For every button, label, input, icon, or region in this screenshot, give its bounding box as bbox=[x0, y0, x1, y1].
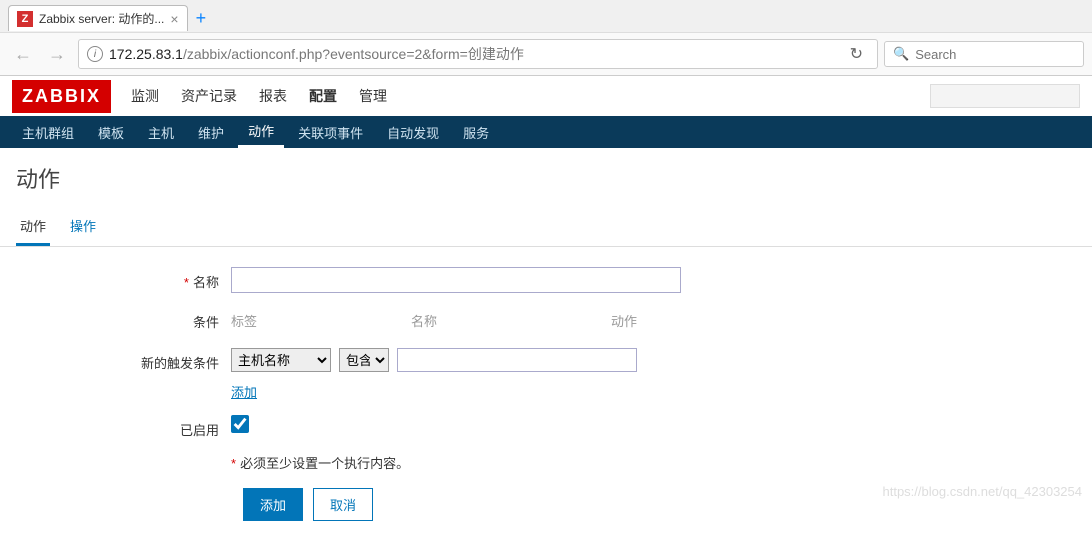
trigger-value-input[interactable] bbox=[397, 348, 637, 372]
cancel-button[interactable]: 取消 bbox=[313, 488, 373, 521]
tab-favicon: Z bbox=[17, 11, 33, 27]
url-host: 172.25.83.1 bbox=[109, 46, 183, 62]
sub-nav: 主机群组 模板 主机 维护 动作 关联项事件 自动发现 服务 bbox=[0, 116, 1092, 148]
top-nav: 监测 资产记录 报表 配置 管理 bbox=[129, 82, 389, 110]
info-icon[interactable]: i bbox=[87, 46, 103, 62]
subnav-correlation[interactable]: 关联项事件 bbox=[288, 116, 373, 148]
tab-operations[interactable]: 操作 bbox=[66, 208, 100, 246]
app-search-input[interactable] bbox=[930, 84, 1080, 108]
nav-inventory[interactable]: 资产记录 bbox=[179, 82, 239, 110]
tab-title: Zabbix server: 动作的... bbox=[39, 10, 164, 27]
nav-monitoring[interactable]: 监测 bbox=[129, 82, 161, 110]
submit-button[interactable]: 添加 bbox=[243, 488, 303, 521]
cond-col-name: 名称 bbox=[411, 311, 611, 330]
url-bar: ← → i 172.25.83.1/zabbix/actionconf.php?… bbox=[0, 32, 1092, 75]
conditions-headers: 标签 名称 动作 bbox=[231, 307, 771, 334]
back-button[interactable]: ← bbox=[8, 42, 38, 67]
warning-text: *必须至少设置一个执行内容。 bbox=[231, 453, 409, 472]
conditions-label: 条件 bbox=[16, 307, 231, 331]
logo[interactable]: ZABBIX bbox=[12, 80, 111, 113]
trigger-operator-select[interactable]: 包含 bbox=[339, 348, 389, 372]
tab-bar: Z Zabbix server: 动作的... × + bbox=[0, 0, 1092, 32]
close-icon[interactable]: × bbox=[170, 11, 178, 27]
enabled-checkbox[interactable] bbox=[231, 415, 249, 433]
subnav-hosts[interactable]: 主机 bbox=[138, 116, 184, 148]
url-input[interactable]: i 172.25.83.1/zabbix/actionconf.php?even… bbox=[78, 39, 878, 69]
enabled-label: 已启用 bbox=[16, 415, 231, 439]
browser-chrome: Z Zabbix server: 动作的... × + ← → i 172.25… bbox=[0, 0, 1092, 76]
add-condition-link[interactable]: 添加 bbox=[231, 382, 257, 401]
subnav-hostgroups[interactable]: 主机群组 bbox=[12, 116, 84, 148]
cond-col-action: 动作 bbox=[611, 311, 771, 330]
browser-search[interactable]: 🔍 bbox=[884, 41, 1084, 67]
subnav-discovery[interactable]: 自动发现 bbox=[377, 116, 449, 148]
subnav-maintenance[interactable]: 维护 bbox=[188, 116, 234, 148]
tab-action[interactable]: 动作 bbox=[16, 208, 50, 246]
subnav-actions[interactable]: 动作 bbox=[238, 116, 284, 148]
nav-configuration[interactable]: 配置 bbox=[307, 82, 339, 110]
nav-reports[interactable]: 报表 bbox=[257, 82, 289, 110]
browser-search-input[interactable] bbox=[915, 47, 1075, 62]
name-label-text: 名称 bbox=[193, 275, 219, 290]
warning-message: 必须至少设置一个执行内容。 bbox=[240, 456, 409, 471]
subnav-templates[interactable]: 模板 bbox=[88, 116, 134, 148]
refresh-icon[interactable]: ↻ bbox=[844, 44, 869, 64]
name-input[interactable] bbox=[231, 267, 681, 293]
subnav-services[interactable]: 服务 bbox=[453, 116, 499, 148]
search-icon: 🔍 bbox=[893, 46, 909, 62]
cond-col-label: 标签 bbox=[231, 311, 411, 330]
browser-tab[interactable]: Z Zabbix server: 动作的... × bbox=[8, 5, 188, 31]
form-tabs: 动作 操作 bbox=[0, 208, 1092, 247]
page-title: 动作 bbox=[0, 148, 1092, 208]
new-tab-button[interactable]: + bbox=[196, 8, 207, 29]
new-trigger-label: 新的触发条件 bbox=[16, 348, 231, 372]
app-header: ZABBIX 监测 资产记录 报表 配置 管理 bbox=[0, 76, 1092, 116]
nav-administration[interactable]: 管理 bbox=[357, 82, 389, 110]
name-label: *名称 bbox=[16, 267, 231, 291]
url-path: /zabbix/actionconf.php?eventsource=2&for… bbox=[183, 46, 524, 62]
url-text: 172.25.83.1/zabbix/actionconf.php?events… bbox=[109, 44, 524, 64]
trigger-type-select[interactable]: 主机名称 bbox=[231, 348, 331, 372]
forward-button: → bbox=[42, 42, 72, 67]
watermark: https://blog.csdn.net/qq_42303254 bbox=[883, 484, 1083, 499]
